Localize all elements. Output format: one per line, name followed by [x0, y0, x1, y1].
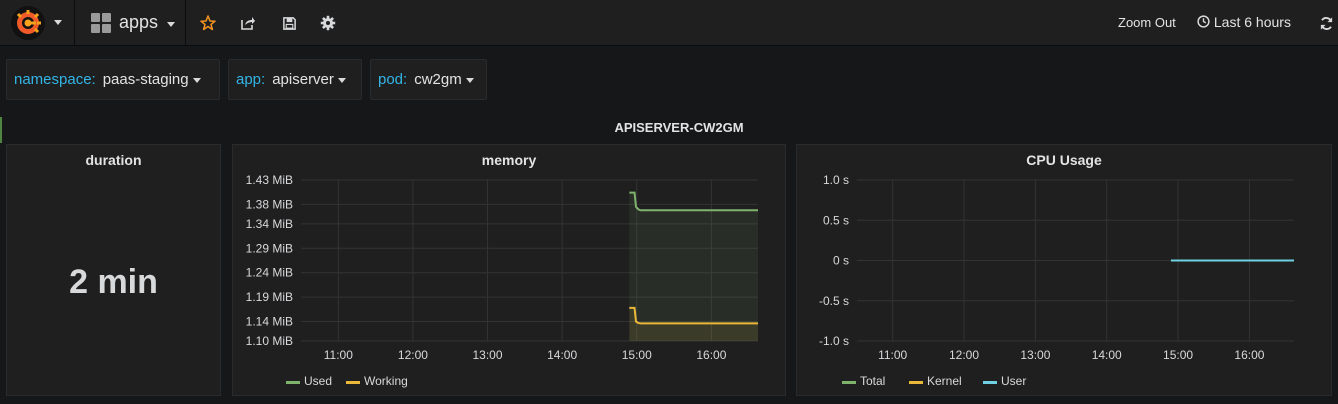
legend-swatch — [286, 381, 300, 384]
y-tick-label: 1.14 MiB — [246, 314, 293, 328]
x-tick-label: 11:00 — [878, 348, 907, 362]
y-tick-label: 1.19 MiB — [246, 290, 293, 304]
time-range-label: Last 6 hours — [1213, 14, 1291, 30]
panel-duration: duration 2 min — [6, 144, 221, 396]
y-tick-label: -1.0 s — [819, 334, 849, 348]
chevron-down-icon — [54, 20, 62, 25]
legend-swatch — [346, 381, 360, 384]
memory-chart[interactable]: 1.43 MiB 1.38 MiB 1.34 MiB 1.29 MiB 1.24 MiB… — [233, 145, 785, 395]
variable-label: namespace: — [14, 71, 96, 88]
grafana-logo-icon — [11, 6, 45, 40]
x-tick-label: 12:00 — [398, 348, 428, 362]
x-tick-label: 13:00 — [1020, 348, 1050, 362]
y-tick-label: -0.5 s — [819, 294, 849, 308]
refresh-icon — [1320, 16, 1332, 30]
refresh-button[interactable] — [1314, 11, 1338, 35]
zoom-out-button[interactable]: Zoom Out — [1118, 15, 1176, 30]
settings-icon — [320, 15, 336, 31]
save-icon — [282, 16, 296, 30]
x-tick-label: 12:00 — [949, 348, 979, 362]
x-tick-label: 16:00 — [1234, 348, 1264, 362]
y-tick-label: 1.0 s — [823, 173, 849, 187]
row-title: APISERVER-CW2GM — [614, 120, 744, 135]
time-range-picker[interactable]: Last 6 hours — [1197, 14, 1291, 30]
legend-swatch — [842, 381, 856, 384]
x-tick-label: 14:00 — [547, 348, 577, 362]
x-tick-label: 15:00 — [1163, 348, 1193, 362]
x-tick-label: 16:00 — [696, 348, 726, 362]
y-tick-label: 1.43 MiB — [246, 173, 293, 187]
top-navbar: apps Zoom Out Last 6 hours — [0, 0, 1338, 46]
panel-title[interactable]: duration — [7, 152, 220, 168]
y-tick-label: 1.24 MiB — [246, 266, 293, 280]
grafana-menu-button[interactable] — [0, 0, 75, 46]
chevron-down-icon — [337, 78, 346, 83]
dashboard-grid-icon — [91, 13, 111, 33]
dashboard-picker[interactable]: apps — [76, 0, 186, 46]
star-button[interactable] — [196, 11, 220, 35]
variable-namespace-dropdown[interactable]: namespace: paas-staging — [6, 59, 220, 100]
clock-icon — [1197, 15, 1210, 28]
chevron-down-icon — [465, 78, 474, 83]
save-button[interactable] — [277, 11, 301, 35]
panel-cpu-usage: CPU Usage 1.0 s 0.5 s0 s -0.5 s -1.0 s 11:00… — [796, 144, 1332, 396]
x-tick-label: 15:00 — [622, 348, 652, 362]
legend-swatch — [983, 381, 997, 384]
y-tick-label: 1.34 MiB — [246, 217, 293, 231]
legend-item: User — [1001, 374, 1026, 388]
variable-value: cw2gm — [414, 71, 462, 88]
chevron-down-icon — [192, 78, 201, 83]
legend-item: Kernel — [927, 374, 962, 388]
y-tick-label: 1.10 MiB — [246, 334, 293, 348]
legend-item: Used — [304, 374, 332, 388]
x-tick-label: 11:00 — [324, 348, 353, 362]
y-tick-label: 1.38 MiB — [246, 197, 293, 211]
y-tick-label: 0 s — [833, 254, 849, 268]
series-area — [629, 192, 758, 341]
cpu-usage-chart[interactable]: 1.0 s 0.5 s 0 s -0.5 s -1.0 s 11:00 12:00 13:00… — [797, 145, 1331, 395]
star-icon — [200, 15, 216, 31]
x-tick-label: 14:00 — [1092, 348, 1122, 362]
legend-swatch — [909, 381, 923, 384]
settings-button[interactable] — [316, 11, 340, 35]
share-button[interactable] — [236, 11, 260, 35]
legend-item: Working — [364, 374, 408, 388]
variable-app-dropdown[interactable]: app: apiserver — [228, 59, 362, 100]
singlestat-value: 2 min — [69, 263, 158, 301]
legend-item: Total — [860, 374, 885, 388]
series-line — [629, 191, 758, 212]
variable-value: paas-staging — [102, 71, 189, 88]
y-tick-label: 1.29 MiB — [246, 241, 293, 255]
variable-pod-dropdown[interactable]: pod: cw2gm — [370, 59, 487, 100]
x-tick-label: 13:00 — [473, 348, 503, 362]
variable-value: apiserver — [272, 71, 334, 88]
chevron-down-icon — [167, 22, 175, 27]
dashboard-title: apps — [119, 12, 159, 32]
variable-label: app: — [236, 71, 266, 88]
share-icon — [241, 17, 255, 30]
panel-memory: memory 1.43 MiB 1.38 MiB 1.34 MiB 1.29 MiB 1… — [232, 144, 786, 396]
y-tick-label: 0.5 s — [823, 213, 849, 227]
variable-label: pod: — [378, 71, 408, 88]
